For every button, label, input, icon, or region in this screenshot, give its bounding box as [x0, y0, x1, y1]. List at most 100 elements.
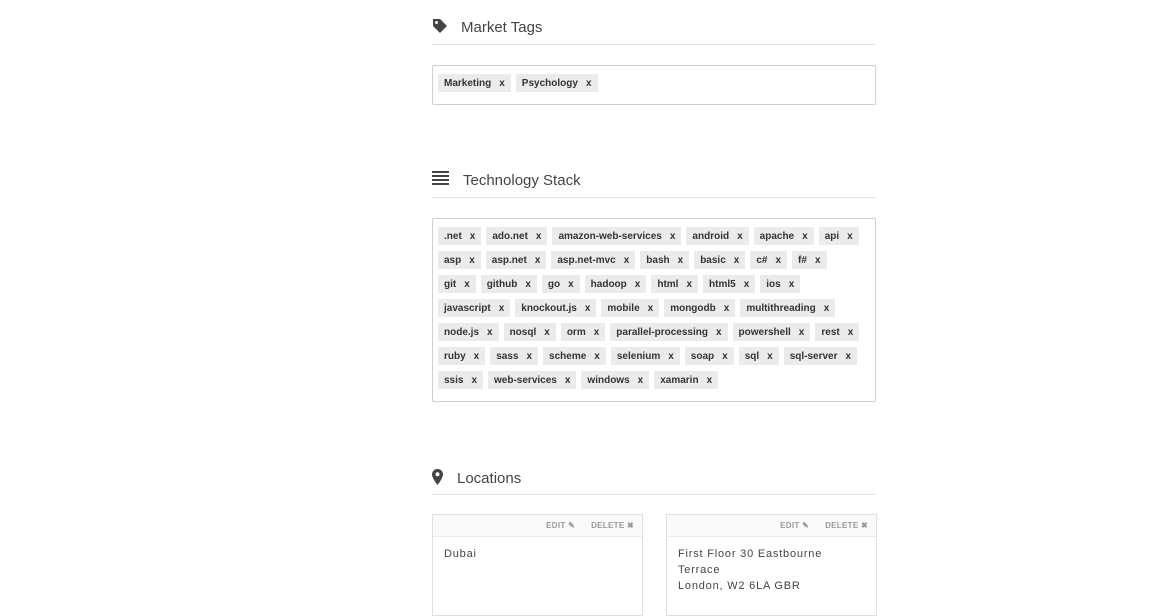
- location-card: EDIT ✎ DELETE ✖ First Floor 30 Eastbourn…: [666, 514, 877, 616]
- remove-tag-button[interactable]: x: [722, 351, 728, 362]
- remove-tag-button[interactable]: x: [724, 303, 730, 314]
- tag-label: selenium: [616, 350, 661, 362]
- tag-chip: bash x: [640, 251, 690, 269]
- tag-label: Marketing: [444, 77, 492, 89]
- remove-tag-button[interactable]: x: [737, 231, 743, 242]
- edit-button[interactable]: EDIT ✎: [546, 521, 575, 530]
- tag-chip: asp.net x: [485, 251, 547, 269]
- remove-tag-button[interactable]: x: [716, 327, 722, 338]
- market-tags-header: Market Tags: [432, 0, 876, 45]
- remove-tag-button[interactable]: x: [525, 279, 531, 290]
- tag-label: apache: [759, 230, 795, 242]
- remove-tag-button[interactable]: x: [767, 351, 773, 362]
- remove-tag-button[interactable]: x: [686, 279, 692, 290]
- remove-tag-button[interactable]: x: [586, 78, 592, 89]
- remove-tag-button[interactable]: x: [469, 255, 475, 266]
- tag-label: soap: [690, 350, 715, 362]
- remove-tag-button[interactable]: x: [848, 327, 854, 338]
- edit-icon: ✎: [802, 521, 810, 530]
- tag-chip: xamarin x: [654, 371, 719, 389]
- tag-label: mobile: [607, 302, 640, 314]
- remove-tag-button[interactable]: x: [744, 279, 750, 290]
- delete-label: DELETE: [591, 521, 625, 530]
- remove-tag-button[interactable]: x: [594, 351, 600, 362]
- locations-section: Locations: [432, 450, 876, 495]
- tag-label: git: [444, 278, 457, 290]
- remove-tag-button[interactable]: x: [499, 303, 505, 314]
- tag-label: powershell: [738, 326, 791, 338]
- tag-label: xamarin: [660, 374, 699, 386]
- remove-tag-button[interactable]: x: [535, 255, 541, 266]
- tech-tags-list: .net x ado.net x amazon-web-services x android…: [438, 227, 871, 395]
- remove-tag-button[interactable]: x: [565, 375, 571, 386]
- remove-tag-button[interactable]: x: [585, 303, 591, 314]
- remove-tag-button[interactable]: x: [487, 327, 493, 338]
- remove-tag-button[interactable]: x: [670, 231, 676, 242]
- remove-tag-button[interactable]: x: [635, 279, 641, 290]
- remove-tag-button[interactable]: x: [471, 375, 477, 386]
- tag-chip: api x: [818, 227, 859, 245]
- market-tags-title: Market Tags: [461, 19, 543, 36]
- tag-label: asp.net-mvc: [557, 254, 616, 266]
- remove-tag-button[interactable]: x: [499, 78, 505, 89]
- remove-tag-button[interactable]: x: [536, 231, 542, 242]
- locations-title: Locations: [457, 470, 522, 487]
- remove-tag-button[interactable]: x: [594, 327, 600, 338]
- remove-tag-button[interactable]: x: [648, 303, 654, 314]
- tag-label: asp: [444, 254, 462, 266]
- tag-label: ruby: [444, 350, 466, 362]
- remove-tag-button[interactable]: x: [799, 327, 805, 338]
- remove-tag-button[interactable]: x: [568, 279, 574, 290]
- tag-chip: soap x: [684, 347, 734, 365]
- delete-button[interactable]: DELETE ✖: [825, 521, 868, 530]
- tag-chip: web-services x: [488, 371, 577, 389]
- remove-tag-button[interactable]: x: [847, 231, 853, 242]
- tag-icon: [432, 18, 448, 39]
- remove-tag-button[interactable]: x: [789, 279, 795, 290]
- tag-label: go: [547, 278, 561, 290]
- location-address: Dubai: [433, 537, 642, 571]
- delete-label: DELETE: [825, 521, 859, 530]
- tag-chip: html5 x: [703, 275, 756, 293]
- remove-tag-button[interactable]: x: [678, 255, 684, 266]
- remove-tag-button[interactable]: x: [707, 375, 713, 386]
- tag-label: ado.net: [492, 230, 528, 242]
- tag-label: ssis: [444, 374, 464, 386]
- tag-chip: nosql x: [503, 323, 556, 341]
- remove-tag-button[interactable]: x: [464, 279, 470, 290]
- tag-label: Psychology: [521, 77, 578, 89]
- remove-tag-button[interactable]: x: [544, 327, 550, 338]
- tag-label: javascript: [444, 302, 491, 314]
- tag-chip: Psychology x: [515, 74, 598, 92]
- tag-label: windows: [587, 374, 630, 386]
- tag-chip: sql-server x: [783, 347, 858, 365]
- tag-chip: ruby x: [438, 347, 486, 365]
- tag-chip: mobile x: [601, 299, 660, 317]
- remove-tag-button[interactable]: x: [824, 303, 830, 314]
- tag-chip: amazon-web-services x: [552, 227, 682, 245]
- tag-chip: ssis x: [438, 371, 484, 389]
- tech-stack-box[interactable]: .net x ado.net x amazon-web-services x android…: [432, 218, 876, 402]
- remove-tag-button[interactable]: x: [815, 255, 821, 266]
- delete-button[interactable]: DELETE ✖: [591, 521, 634, 530]
- tag-chip: mongodb x: [664, 299, 736, 317]
- tag-chip: windows x: [581, 371, 650, 389]
- tag-chip: powershell x: [732, 323, 811, 341]
- remove-tag-button[interactable]: x: [802, 231, 808, 242]
- remove-tag-button[interactable]: x: [668, 351, 674, 362]
- remove-tag-button[interactable]: x: [846, 351, 852, 362]
- remove-tag-button[interactable]: x: [526, 351, 532, 362]
- remove-tag-button[interactable]: x: [624, 255, 630, 266]
- remove-tag-button[interactable]: x: [775, 255, 781, 266]
- market-tags-list: Marketing x Psychology x: [438, 74, 871, 98]
- remove-tag-button[interactable]: x: [474, 351, 480, 362]
- remove-tag-button[interactable]: x: [638, 375, 644, 386]
- tag-label: scheme: [549, 350, 587, 362]
- remove-tag-button[interactable]: x: [470, 231, 476, 242]
- edit-button[interactable]: EDIT ✎: [780, 521, 809, 530]
- remove-tag-button[interactable]: x: [734, 255, 740, 266]
- market-tags-box[interactable]: Marketing x Psychology x: [432, 65, 876, 105]
- tag-label: hadoop: [590, 278, 627, 290]
- address-line-1: Dubai: [444, 548, 477, 560]
- location-actions: EDIT ✎ DELETE ✖: [667, 515, 876, 537]
